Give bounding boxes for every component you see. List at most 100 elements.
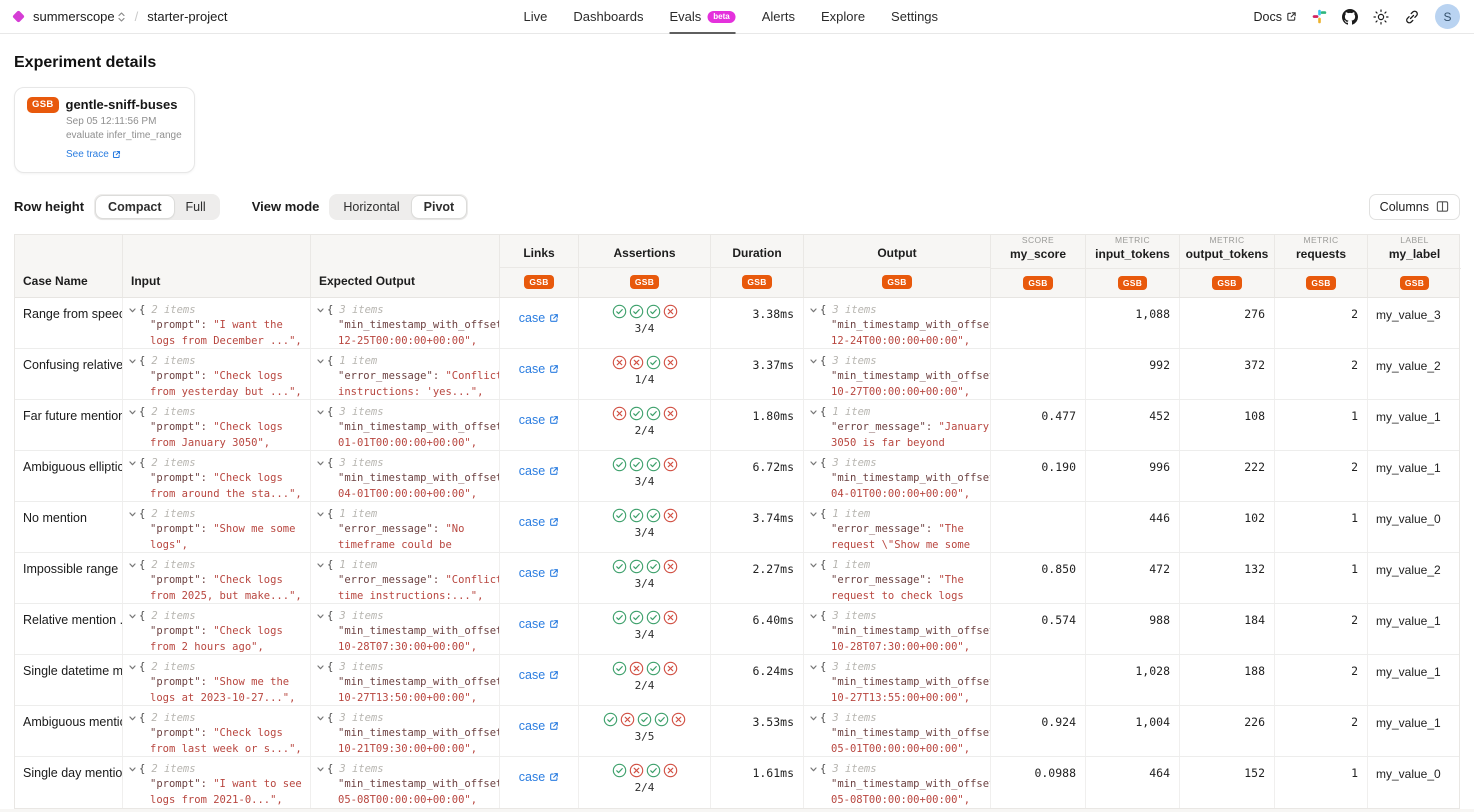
- case-trace-link[interactable]: case: [519, 463, 559, 479]
- expand-chevron-icon[interactable]: [316, 306, 325, 315]
- assertion-pass-icon: [629, 610, 644, 625]
- input-tokens-cell: 1,088: [1086, 298, 1180, 348]
- expand-chevron-icon[interactable]: [128, 714, 137, 723]
- expand-chevron-icon[interactable]: [809, 459, 818, 468]
- org-switcher[interactable]: summerscope: [33, 9, 126, 24]
- expand-chevron-icon[interactable]: [809, 357, 818, 366]
- case-trace-link[interactable]: case: [519, 718, 559, 734]
- expand-chevron-icon[interactable]: [809, 612, 818, 621]
- case-trace-link[interactable]: case: [519, 565, 559, 581]
- tab-live[interactable]: Live: [524, 0, 548, 34]
- experiment-badge[interactable]: GSB: [742, 275, 771, 289]
- expand-chevron-icon[interactable]: [316, 612, 325, 621]
- expand-chevron-icon[interactable]: [316, 765, 325, 774]
- case-trace-link[interactable]: case: [519, 310, 559, 326]
- docs-link[interactable]: Docs: [1254, 10, 1297, 24]
- see-trace-link[interactable]: See trace: [66, 149, 121, 160]
- case-link-label: case: [519, 668, 545, 682]
- json-line: "prompt": "Check logs: [128, 420, 310, 436]
- slack-icon[interactable]: [1312, 9, 1327, 24]
- json-key: "prompt":: [150, 472, 207, 484]
- json-open-brace: {: [139, 762, 145, 778]
- case-trace-link[interactable]: case: [519, 361, 559, 377]
- json-value: "Conflicti: [445, 574, 500, 586]
- row-height-option-compact[interactable]: Compact: [96, 196, 173, 218]
- case-trace-link[interactable]: case: [519, 616, 559, 632]
- expand-chevron-icon[interactable]: [316, 357, 325, 366]
- experiment-badge[interactable]: GSB: [27, 97, 59, 113]
- tab-alerts[interactable]: Alerts: [762, 0, 795, 34]
- expand-chevron-icon[interactable]: [809, 663, 818, 672]
- assertion-score: 1/4: [635, 373, 655, 386]
- expand-chevron-icon[interactable]: [809, 714, 818, 723]
- view-mode-option-pivot[interactable]: Pivot: [412, 196, 467, 218]
- expand-chevron-icon[interactable]: [128, 561, 137, 570]
- user-avatar[interactable]: S: [1435, 4, 1460, 29]
- expand-chevron-icon[interactable]: [316, 459, 325, 468]
- expand-chevron-icon[interactable]: [316, 714, 325, 723]
- expand-chevron-icon[interactable]: [128, 357, 137, 366]
- expand-chevron-icon[interactable]: [128, 510, 137, 519]
- json-line: "error_message": "January: [809, 420, 990, 436]
- assertion-fail-icon: [663, 610, 678, 625]
- output-tokens-cell: 108: [1180, 400, 1275, 450]
- input-tokens-cell: 1,004: [1086, 706, 1180, 756]
- assertion-pass-icon: [629, 508, 644, 523]
- json-line: "prompt": "Check logs: [128, 471, 310, 487]
- view-mode-option-horizontal[interactable]: Horizontal: [331, 196, 411, 218]
- tab-explore[interactable]: Explore: [821, 0, 865, 34]
- expand-chevron-icon[interactable]: [128, 765, 137, 774]
- column-experiment-badge-slot: GSB: [579, 267, 710, 297]
- experiment-badge[interactable]: GSB: [882, 275, 911, 289]
- json-line: "prompt": "I want to see: [128, 777, 310, 793]
- assertion-pass-icon: [612, 763, 627, 778]
- json-expander-row: {3 items: [316, 303, 499, 319]
- json-key: "error_message":: [338, 370, 439, 382]
- expand-chevron-icon[interactable]: [809, 765, 818, 774]
- expand-chevron-icon[interactable]: [128, 612, 137, 621]
- expand-chevron-icon[interactable]: [128, 663, 137, 672]
- experiment-badge[interactable]: GSB: [1400, 276, 1429, 290]
- case-trace-link[interactable]: case: [519, 667, 559, 683]
- tab-settings[interactable]: Settings: [891, 0, 938, 34]
- experiment-badge[interactable]: GSB: [1023, 276, 1052, 290]
- case-trace-link[interactable]: case: [519, 412, 559, 428]
- expand-chevron-icon[interactable]: [316, 408, 325, 417]
- columns-button[interactable]: Columns: [1369, 194, 1460, 220]
- tab-evals[interactable]: Evalsbeta: [669, 0, 735, 34]
- expand-chevron-icon[interactable]: [809, 561, 818, 570]
- json-value: "Check logs: [213, 421, 283, 433]
- experiment-badge[interactable]: GSB: [1118, 276, 1147, 290]
- label-cell: my_value_1: [1368, 655, 1461, 705]
- expand-chevron-icon[interactable]: [809, 306, 818, 315]
- case-trace-link[interactable]: case: [519, 769, 559, 785]
- expand-chevron-icon[interactable]: [128, 459, 137, 468]
- expand-chevron-icon[interactable]: [809, 510, 818, 519]
- json-key: "error_message":: [338, 574, 439, 586]
- expand-chevron-icon[interactable]: [316, 561, 325, 570]
- assertion-icons: [612, 610, 678, 625]
- json-open-brace: {: [327, 558, 333, 574]
- label-cell: my_value_1: [1368, 706, 1461, 756]
- experiment-badge[interactable]: GSB: [630, 275, 659, 289]
- expand-chevron-icon[interactable]: [316, 663, 325, 672]
- assertion-fail-icon: [629, 763, 644, 778]
- experiment-badge[interactable]: GSB: [1212, 276, 1241, 290]
- project-name[interactable]: starter-project: [147, 9, 227, 24]
- table-controls: Row height CompactFull View mode Horizon…: [14, 194, 1460, 220]
- experiment-badge[interactable]: GSB: [1306, 276, 1335, 290]
- assertion-pass-icon: [629, 610, 644, 625]
- share-link-icon[interactable]: [1404, 9, 1420, 25]
- experiment-badge[interactable]: GSB: [524, 275, 553, 289]
- row-height-option-full[interactable]: Full: [174, 196, 218, 218]
- json-value: 01-01T00:00:00+00:00",: [338, 437, 477, 449]
- github-icon[interactable]: [1342, 9, 1358, 25]
- expand-chevron-icon[interactable]: [128, 306, 137, 315]
- tab-dashboards[interactable]: Dashboards: [573, 0, 643, 34]
- assertion-pass-icon: [612, 763, 627, 778]
- case-trace-link[interactable]: case: [519, 514, 559, 530]
- expand-chevron-icon[interactable]: [809, 408, 818, 417]
- expand-chevron-icon[interactable]: [128, 408, 137, 417]
- expand-chevron-icon[interactable]: [316, 510, 325, 519]
- theme-toggle-icon[interactable]: [1373, 9, 1389, 25]
